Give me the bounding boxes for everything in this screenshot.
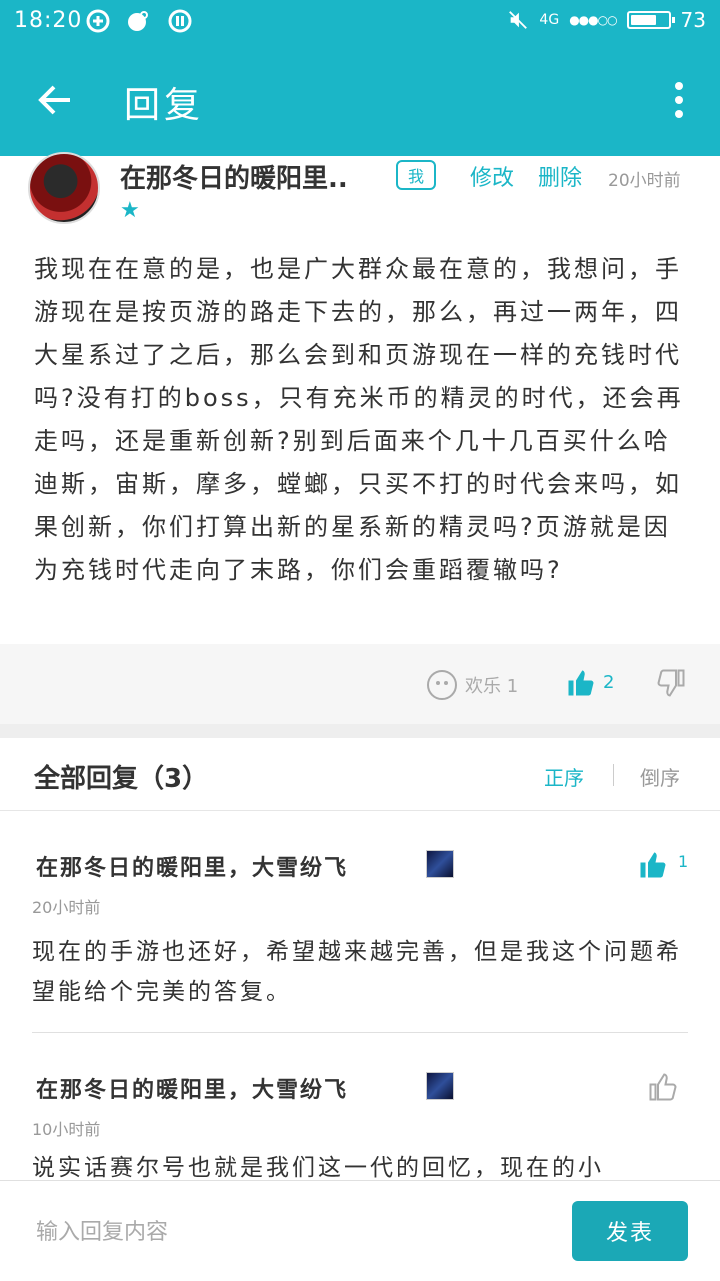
- edit-button[interactable]: 修改: [470, 160, 514, 192]
- section-divider: [0, 724, 720, 738]
- reply-like-count: 1: [678, 852, 689, 871]
- sync-icon: [86, 9, 110, 33]
- sort-separator: [613, 764, 614, 786]
- pause-icon: [168, 9, 192, 33]
- post-author[interactable]: 在那冬日的暖阳里..: [120, 158, 348, 195]
- thumbs-up-icon[interactable]: [566, 668, 596, 698]
- signal-indicator: 4G: [539, 12, 560, 28]
- reply-author[interactable]: 在那冬日的暖阳里，大雪纷飞: [36, 850, 348, 882]
- sort-asc-button[interactable]: 正序: [544, 762, 584, 791]
- avatar[interactable]: [28, 152, 100, 224]
- reply-author-badge: [426, 850, 454, 878]
- replies-title: 全部回复（3）: [34, 764, 209, 794]
- mute-icon: [509, 11, 528, 29]
- status-time: 18:20: [14, 8, 83, 33]
- send-button[interactable]: 发表: [572, 1201, 688, 1261]
- post-actions: 欢乐 1 2: [0, 644, 720, 725]
- star-icon: ★: [120, 198, 140, 223]
- reply-time: 20小时前: [32, 898, 101, 917]
- battery-fill: [630, 15, 656, 25]
- reply-input-bar: 发表: [0, 1180, 720, 1281]
- reply-author[interactable]: 在那冬日的暖阳里，大雪纷飞: [36, 1072, 348, 1104]
- app-bar: 回复: [0, 44, 720, 156]
- battery-level: 73: [680, 8, 706, 32]
- weibo-icon: [128, 11, 148, 31]
- reply-time: 10小时前: [32, 1120, 101, 1139]
- happy-reaction[interactable]: 欢乐 1: [465, 672, 518, 698]
- reply-text: 现在的手游也还好，希望越来越完善，但是我这个问题希望能给个完美的答复。: [32, 939, 682, 1005]
- like-count: 2: [603, 672, 615, 693]
- replies-header: 全部回复（3） 正序 倒序: [0, 738, 720, 811]
- signal-dots-icon: ●●●○○: [569, 13, 617, 27]
- post-body: 我现在在意的是，也是广大群众最在意的，我想问，手游现在是按页游的路走下去的，那么…: [34, 255, 684, 584]
- smiley-icon[interactable]: [427, 670, 457, 700]
- reply-input[interactable]: [34, 1211, 538, 1253]
- page-title: 回复: [124, 85, 205, 126]
- battery-icon: [626, 11, 675, 29]
- sort-desc-button[interactable]: 倒序: [640, 762, 680, 791]
- thumbs-up-icon[interactable]: [648, 1072, 678, 1102]
- more-vert-icon[interactable]: [674, 82, 684, 118]
- me-badge: 我: [396, 160, 436, 190]
- arrow-left-icon[interactable]: [34, 80, 74, 120]
- status-bar: 18:20 4G ●●●○○ 73: [0, 0, 720, 44]
- thumbs-down-icon[interactable]: [656, 668, 686, 698]
- delete-button[interactable]: 删除: [538, 160, 582, 192]
- reply-author-badge: [426, 1072, 454, 1100]
- reply-divider: [32, 1032, 688, 1033]
- thumbs-up-icon[interactable]: [638, 850, 668, 880]
- post-time: 20小时前: [608, 171, 681, 191]
